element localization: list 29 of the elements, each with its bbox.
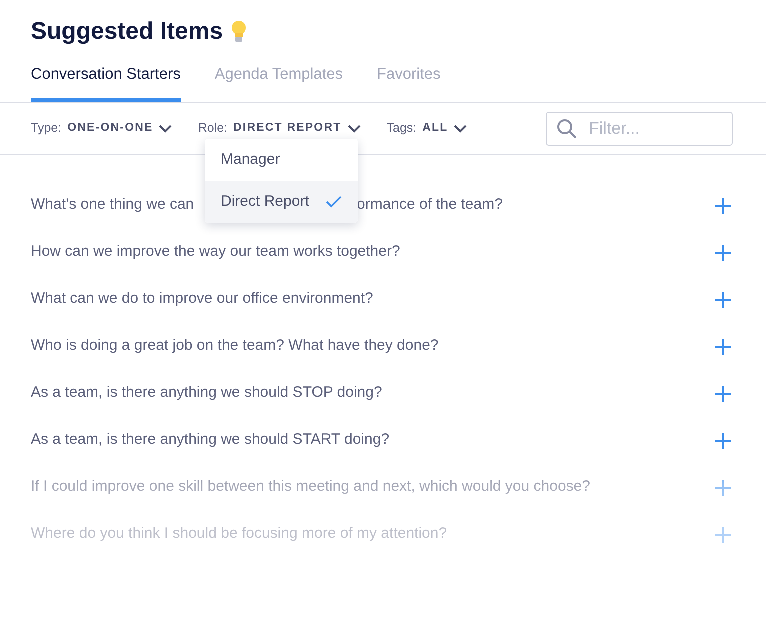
add-button[interactable] — [713, 196, 733, 216]
question-text: As a team, is there anything we should STOP doing? — [31, 383, 382, 404]
chevron-icon — [454, 124, 468, 133]
question-text: What’s one thing we can — [31, 196, 194, 214]
add-button[interactable] — [713, 336, 733, 357]
chevron-icon — [348, 124, 361, 133]
page-title: Suggested Items — [31, 18, 224, 47]
add-button[interactable] — [713, 242, 733, 263]
question-text: As a team, is there anything we should START doing? — [31, 430, 390, 450]
add-button[interactable] — [713, 290, 733, 310]
question-text: Where do you think I should be focusing more of my attention? — [31, 524, 448, 544]
chevron-icon — [159, 124, 172, 133]
filter-field[interactable]: Filter... — [546, 112, 733, 146]
question-text: How can we improve the way our team works together? — [31, 242, 400, 262]
filter-dropdown[interactable]: Type: ONE-ON-ONE — [31, 119, 172, 138]
question-text: Who is doing a great job on the team? What have they done? — [31, 336, 439, 356]
question-text: If I could improve one skill between this meeting and next, which would you choose? — [31, 477, 590, 498]
add-button[interactable] — [713, 384, 733, 404]
question-text: What can we do to improve our office environment? — [31, 289, 374, 310]
filter-dropdown[interactable]: Role: DIRECT REPORT — [198, 119, 361, 138]
lightbulb-icon — [231, 20, 248, 44]
add-button[interactable] — [713, 430, 733, 451]
filter-dropdown[interactable]: Tags: ALL — [386, 119, 468, 138]
add-button[interactable] — [713, 478, 733, 498]
menu-item[interactable]: Manager — [205, 139, 358, 181]
check-icon — [326, 196, 342, 208]
menu-item[interactable]: Direct Report — [205, 181, 358, 223]
tab[interactable]: Conversation Starters — [31, 62, 181, 102]
question-text: ormance of the team? — [357, 195, 503, 216]
